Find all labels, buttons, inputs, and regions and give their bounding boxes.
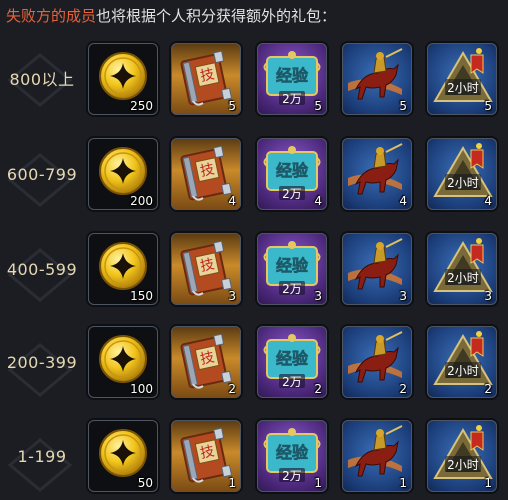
- war-horse-tile[interactable]: 3: [342, 233, 412, 305]
- coin-tile[interactable]: 200: [88, 138, 158, 210]
- item-quantity: 3: [484, 289, 492, 303]
- item-quantity: 4: [399, 194, 407, 208]
- reward-row: 600-799 200 技 4 经验 2万 4 4 2小时 4: [0, 138, 508, 218]
- war-horse-tile[interactable]: 1: [342, 420, 412, 492]
- svg-text:经验: 经验: [276, 443, 309, 462]
- item-quantity: 200: [130, 194, 153, 208]
- item-quantity: 5: [228, 99, 236, 113]
- coin-tile[interactable]: 250: [88, 43, 158, 115]
- svg-text:经验: 经验: [276, 256, 309, 275]
- item-quantity: 150: [130, 289, 153, 303]
- score-range-label: 400-599: [6, 260, 78, 279]
- exp-scroll-tile[interactable]: 经验 2万 4: [257, 138, 327, 210]
- coin-tile[interactable]: 50: [88, 420, 158, 492]
- item-quantity: 4: [484, 194, 492, 208]
- skill-book-tile[interactable]: 技 3: [171, 233, 241, 305]
- score-range-label: 200-399: [6, 353, 78, 372]
- war-horse-tile[interactable]: 4: [342, 138, 412, 210]
- coin-tile[interactable]: 100: [88, 326, 158, 398]
- item-quantity: 50: [137, 476, 153, 490]
- score-range-label: 800以上: [9, 70, 75, 89]
- war-horse-tile[interactable]: 2: [342, 326, 412, 398]
- item-quantity: 1: [399, 476, 407, 490]
- item-quantity: 4: [228, 194, 236, 208]
- time-flag-tile[interactable]: 2小时 1: [427, 420, 497, 492]
- exp-scroll-tile[interactable]: 经验 2万 1: [257, 420, 327, 492]
- item-quantity: 2: [314, 382, 322, 396]
- item-quantity: 4: [314, 194, 322, 208]
- svg-text:2小时: 2小时: [447, 458, 479, 472]
- exp-scroll-tile[interactable]: 经验 2万 3: [257, 233, 327, 305]
- item-quantity: 1: [314, 476, 322, 490]
- item-quantity: 5: [314, 99, 322, 113]
- svg-text:2万: 2万: [282, 375, 302, 389]
- svg-text:2万: 2万: [282, 187, 302, 201]
- score-range-label: 600-799: [6, 165, 78, 184]
- skill-book-tile[interactable]: 技 4: [171, 138, 241, 210]
- svg-text:2万: 2万: [282, 282, 302, 296]
- reward-row: 1-199 50 技 1 经验 2万 1 1 2小时 1: [0, 420, 508, 500]
- item-quantity: 100: [130, 382, 153, 396]
- reward-row: 200-399 100 技 2 经验 2万 2 2 2小时 2: [0, 326, 508, 406]
- item-quantity: 1: [484, 476, 492, 490]
- skill-book-tile[interactable]: 技 5: [171, 43, 241, 115]
- coin-tile[interactable]: 150: [88, 233, 158, 305]
- svg-text:2万: 2万: [282, 469, 302, 483]
- svg-text:2小时: 2小时: [447, 271, 479, 285]
- svg-text:经验: 经验: [276, 66, 309, 85]
- item-quantity: 3: [228, 289, 236, 303]
- skill-book-tile[interactable]: 技 2: [171, 326, 241, 398]
- reward-description: 失败方的成员也将根据个人积分获得额外的礼包：: [6, 5, 336, 27]
- item-quantity: 3: [314, 289, 322, 303]
- reward-row: 400-599 150 技 3 经验 2万 3 3 2小时 3: [0, 233, 508, 313]
- item-quantity: 1: [228, 476, 236, 490]
- svg-text:2小时: 2小时: [447, 81, 479, 95]
- time-flag-tile[interactable]: 2小时 4: [427, 138, 497, 210]
- time-flag-tile[interactable]: 2小时 3: [427, 233, 497, 305]
- reward-description-text: 也将根据个人积分获得额外的礼包：: [96, 7, 337, 25]
- item-quantity: 5: [399, 99, 407, 113]
- svg-text:2小时: 2小时: [447, 364, 479, 378]
- item-quantity: 5: [484, 99, 492, 113]
- svg-text:2小时: 2小时: [447, 176, 479, 190]
- time-flag-tile[interactable]: 2小时 2: [427, 326, 497, 398]
- time-flag-tile[interactable]: 2小时 5: [427, 43, 497, 115]
- war-horse-tile[interactable]: 5: [342, 43, 412, 115]
- exp-scroll-tile[interactable]: 经验 2万 5: [257, 43, 327, 115]
- svg-text:2万: 2万: [282, 92, 302, 106]
- exp-scroll-tile[interactable]: 经验 2万 2: [257, 326, 327, 398]
- score-range-label: 1-199: [17, 447, 67, 466]
- svg-text:经验: 经验: [276, 349, 309, 368]
- item-quantity: 2: [484, 382, 492, 396]
- losing-team-text: 失败方的成员: [6, 7, 97, 25]
- reward-row: 800以上 250 技 5 经验 2万 5 5 2小时 5: [0, 43, 508, 123]
- skill-book-tile[interactable]: 技 1: [171, 420, 241, 492]
- item-quantity: 2: [399, 382, 407, 396]
- item-quantity: 250: [130, 99, 153, 113]
- item-quantity: 3: [399, 289, 407, 303]
- svg-text:经验: 经验: [276, 161, 309, 180]
- item-quantity: 2: [228, 382, 236, 396]
